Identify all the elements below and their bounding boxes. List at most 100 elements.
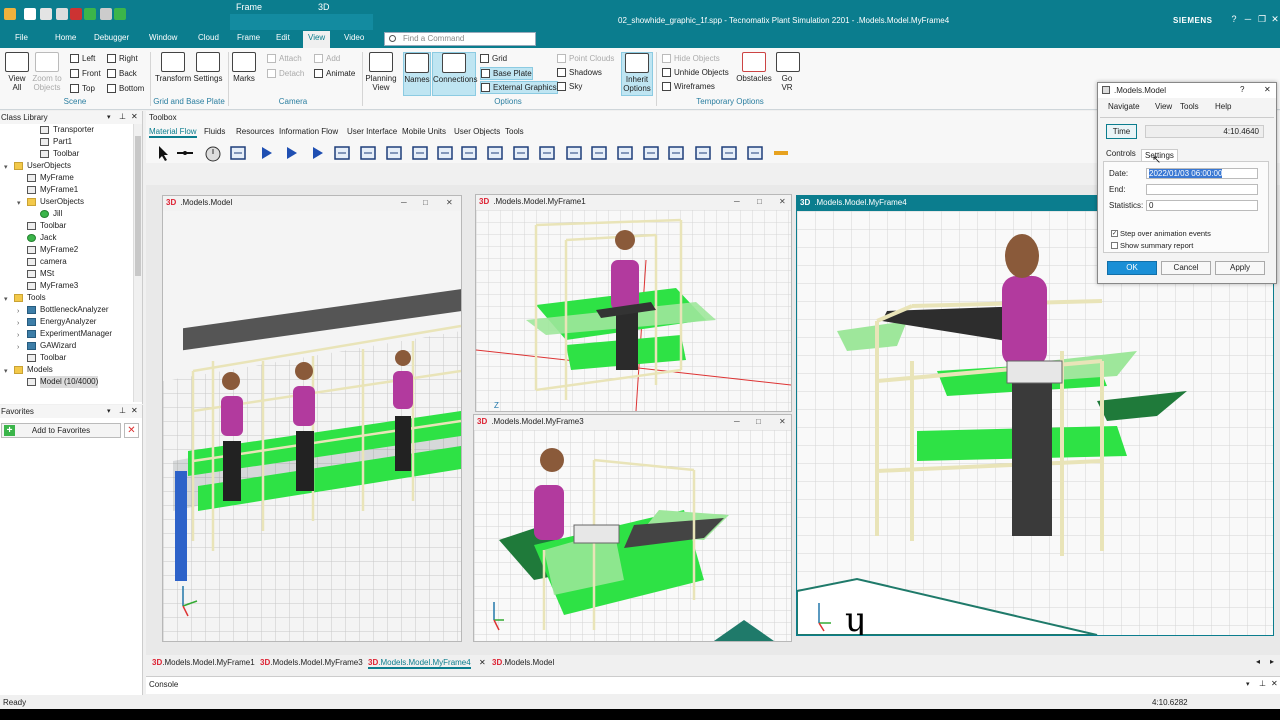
time-button[interactable]: Time bbox=[1106, 124, 1137, 139]
dismantle-icon[interactable] bbox=[385, 144, 403, 162]
pane-menu-icon[interactable]: ▾ bbox=[107, 113, 111, 121]
store-icon[interactable] bbox=[694, 144, 712, 162]
sky-toggle[interactable]: Sky bbox=[557, 81, 582, 92]
window-model-3d[interactable]: 3D .Models.Model ─ □ ✕ bbox=[162, 195, 462, 642]
hide-objects-button[interactable]: Hide Objects bbox=[662, 53, 720, 64]
scrollbar[interactable] bbox=[133, 124, 142, 402]
grid-settings-button[interactable]: Settings bbox=[192, 52, 224, 83]
view-right-button[interactable]: Right bbox=[107, 53, 138, 64]
menu-tools[interactable]: Tools bbox=[1180, 102, 1199, 111]
flowcontrol-icon[interactable] bbox=[616, 144, 634, 162]
3d-viewport[interactable] bbox=[474, 430, 791, 641]
add-to-favorites-button[interactable]: + Add to Favorites bbox=[1, 423, 121, 438]
close-pane-icon[interactable]: ✕ bbox=[131, 406, 138, 415]
console-pane[interactable]: Console ▾ ⊥ ✕ bbox=[146, 676, 1280, 694]
go-vr-button[interactable]: Go VR bbox=[776, 52, 800, 92]
minimize-icon[interactable]: ─ bbox=[734, 197, 740, 206]
close-button[interactable]: ✕ bbox=[1268, 14, 1280, 28]
connections-button[interactable]: Connections bbox=[432, 52, 477, 96]
tree-item[interactable]: › BottleneckAnalyzer bbox=[0, 304, 133, 316]
tree-item[interactable]: ▾ UserObjects bbox=[0, 160, 133, 172]
animate-button[interactable]: Animate bbox=[314, 68, 355, 79]
buffer-icon[interactable] bbox=[436, 144, 454, 162]
3d-scene-myframe1[interactable]: Z bbox=[476, 210, 791, 411]
menu-view[interactable]: View bbox=[1155, 102, 1172, 111]
tree-item[interactable]: Part1 bbox=[0, 136, 133, 148]
point-clouds-toggle[interactable]: Point Clouds bbox=[557, 53, 614, 64]
3d-viewport[interactable] bbox=[163, 211, 461, 641]
reset-icon[interactable] bbox=[114, 8, 126, 20]
maximize-icon[interactable]: □ bbox=[757, 197, 762, 206]
delete-favorite-button[interactable]: ✕ bbox=[124, 423, 139, 438]
scroll-right-icon[interactable]: ▸ bbox=[1270, 657, 1274, 666]
drain-icon[interactable] bbox=[258, 144, 276, 162]
toolbox-tab-information-flow[interactable]: Information Flow bbox=[279, 127, 338, 136]
close-icon[interactable]: ✕ bbox=[446, 198, 453, 207]
tab-file[interactable]: File bbox=[15, 33, 28, 42]
tree-item[interactable]: Toolbar bbox=[0, 148, 133, 160]
toolbox-tab-mobile-units[interactable]: Mobile Units bbox=[402, 127, 446, 136]
tree-item[interactable]: MyFrame2 bbox=[0, 244, 133, 256]
step-over-checkbox[interactable]: ✓ Step over animation events bbox=[1111, 229, 1211, 238]
shadows-toggle[interactable]: Shadows bbox=[557, 67, 602, 78]
minimize-icon[interactable]: ─ bbox=[401, 198, 407, 207]
view-front-button[interactable]: Front bbox=[70, 68, 101, 79]
detach-button[interactable]: Detach bbox=[267, 68, 304, 79]
scroll-left-icon[interactable]: ◂ bbox=[1256, 657, 1260, 666]
find-command-input[interactable]: Find a Command bbox=[384, 32, 536, 46]
help-icon[interactable]: ? bbox=[1227, 14, 1241, 28]
maximize-icon[interactable]: □ bbox=[756, 417, 761, 426]
3d-scene-model[interactable] bbox=[163, 211, 461, 641]
transform-button[interactable]: Transform bbox=[155, 52, 191, 83]
summary-report-checkbox[interactable]: Show summary report bbox=[1111, 241, 1193, 250]
turnplate-icon[interactable] bbox=[590, 144, 608, 162]
doc-tab-myframe1[interactable]: 3D.Models.Model.MyFrame1 bbox=[152, 658, 255, 667]
marks-button[interactable]: Marks bbox=[231, 52, 257, 83]
turntable-icon[interactable] bbox=[565, 144, 583, 162]
close-pane-icon[interactable]: ✕ bbox=[1271, 679, 1278, 688]
tab-video[interactable]: Video bbox=[344, 33, 364, 42]
grid-toggle[interactable]: Grid bbox=[480, 53, 507, 64]
transfer-icon[interactable] bbox=[642, 144, 660, 162]
add-camera-button[interactable]: Add bbox=[314, 53, 340, 64]
tree-item[interactable]: Jack bbox=[0, 232, 133, 244]
toolbox-tab-user-interface[interactable]: User Interface bbox=[347, 127, 397, 136]
window-myframe1-3d[interactable]: 3D .Models.Model.MyFrame1 ─ □ ✕ Z bbox=[475, 194, 792, 412]
tab-controls[interactable]: Controls bbox=[1106, 149, 1136, 158]
view-back-button[interactable]: Back bbox=[107, 68, 137, 79]
tab-home[interactable]: Home bbox=[55, 33, 76, 42]
scrollbar-thumb[interactable] bbox=[135, 136, 141, 276]
angular-icon[interactable] bbox=[538, 144, 556, 162]
minimize-button[interactable]: ─ bbox=[1241, 14, 1255, 28]
close-tab-icon[interactable]: ✕ bbox=[479, 658, 486, 667]
cycle-icon[interactable] bbox=[486, 144, 504, 162]
ok-button[interactable]: OK bbox=[1107, 261, 1157, 275]
planning-view-button[interactable]: Planning View bbox=[364, 52, 398, 92]
tab-edit[interactable]: Edit bbox=[276, 33, 290, 42]
statistics-input[interactable]: 0 bbox=[1146, 200, 1258, 211]
event-controller-icon[interactable] bbox=[204, 144, 222, 162]
assembly-icon[interactable] bbox=[333, 144, 351, 162]
tree-item[interactable]: Transporter bbox=[0, 124, 133, 136]
tree-item[interactable]: camera bbox=[0, 256, 133, 268]
unhide-objects-button[interactable]: Unhide Objects bbox=[662, 67, 729, 78]
connector-icon[interactable] bbox=[176, 144, 194, 162]
close-pane-icon[interactable]: ✕ bbox=[131, 112, 138, 121]
maximize-icon[interactable]: □ bbox=[423, 198, 428, 207]
turnstile-icon[interactable] bbox=[720, 144, 738, 162]
inherit-options-button[interactable]: Inherit Options bbox=[621, 52, 653, 96]
edit-icon[interactable] bbox=[56, 8, 68, 20]
view-top-button[interactable]: Top bbox=[70, 83, 95, 94]
date-input[interactable]: 2022/01/03 06:00:00 bbox=[1146, 168, 1258, 179]
play-icon[interactable] bbox=[84, 8, 96, 20]
tree-item[interactable]: › ExperimentManager bbox=[0, 328, 133, 340]
close-icon[interactable]: ✕ bbox=[779, 417, 786, 426]
step-icon[interactable] bbox=[100, 8, 112, 20]
pin-icon[interactable]: ⊥ bbox=[119, 112, 126, 121]
toolbox-tab-user-objects[interactable]: User Objects bbox=[454, 127, 500, 136]
source-icon[interactable] bbox=[229, 144, 247, 162]
tree-item[interactable]: ▾ Models bbox=[0, 364, 133, 376]
kit-icon[interactable] bbox=[772, 144, 790, 162]
menu-help[interactable]: Help bbox=[1215, 102, 1231, 111]
split-icon[interactable] bbox=[746, 144, 764, 162]
